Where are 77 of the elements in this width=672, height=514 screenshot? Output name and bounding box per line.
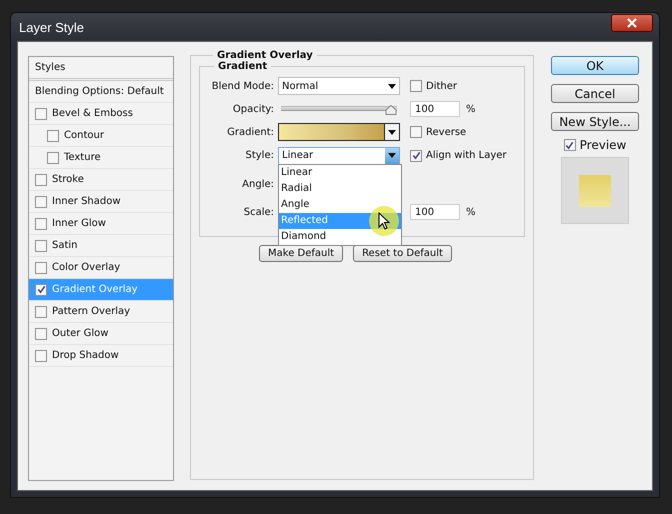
item-label: Texture: [64, 152, 101, 163]
dialog-button[interactable]: Reset to Default: [353, 245, 452, 262]
field-label: Blend Mode:: [210, 80, 274, 92]
dropdown-option[interactable]: Linear: [279, 164, 401, 180]
dialog-button[interactable]: New Style...: [551, 112, 639, 131]
checkbox-label: Align with Layer: [426, 150, 507, 161]
checkbox[interactable]: [35, 328, 47, 340]
slider-thumb[interactable]: [385, 105, 397, 115]
style-list-item[interactable]: Blending Options: Default: [29, 81, 173, 103]
panel-header: Styles: [29, 57, 173, 81]
cursor-icon: [378, 212, 390, 230]
window-title: Layer Style: [19, 20, 84, 34]
blend-mode-dropdown[interactable]: Normal: [278, 77, 400, 95]
gradient-picker[interactable]: [278, 123, 400, 141]
item-label: Satin: [52, 240, 78, 251]
checkbox[interactable]: [410, 150, 422, 162]
style-list-item[interactable]: Texture: [29, 147, 173, 169]
style-list-item[interactable]: Stroke: [29, 169, 173, 191]
dialog-button[interactable]: Cancel: [551, 84, 639, 103]
caret-icon: [385, 148, 399, 164]
checkbox[interactable]: [35, 284, 47, 296]
item-label: Inner Shadow: [52, 196, 121, 207]
item-label: Color Overlay: [52, 262, 120, 273]
gradient-swatch[interactable]: [279, 124, 384, 140]
item-label: Inner Glow: [52, 218, 106, 229]
dialog-button[interactable]: OK: [551, 56, 639, 75]
checkbox[interactable]: [35, 262, 47, 274]
number-field[interactable]: 100: [410, 101, 460, 117]
number-field[interactable]: 100: [410, 204, 460, 220]
item-label: Outer Glow: [52, 328, 108, 339]
item-label: Gradient Overlay: [52, 284, 138, 295]
checkbox[interactable]: [35, 196, 47, 208]
style-list-item[interactable]: Pattern Overlay: [29, 301, 173, 323]
field-label: Angle:: [241, 178, 274, 190]
close-icon: [626, 17, 638, 29]
item-label: Stroke: [52, 174, 84, 185]
close-button[interactable]: [611, 14, 653, 32]
field-label: Gradient:: [226, 126, 274, 138]
checkbox[interactable]: [564, 139, 576, 151]
checkbox-label: Preview: [580, 138, 626, 152]
field-label: Scale:: [242, 206, 274, 218]
item-label: Contour: [64, 130, 104, 141]
style-list-item[interactable]: Inner Glow: [29, 213, 173, 235]
style-list-item[interactable]: Inner Shadow: [29, 191, 173, 213]
checkbox[interactable]: [35, 174, 47, 186]
checkbox[interactable]: [35, 218, 47, 230]
checkbox[interactable]: [35, 350, 47, 362]
group-title: Gradient: [217, 61, 268, 72]
item-label: Bevel & Emboss: [52, 108, 133, 119]
style-list-item[interactable]: Contour: [29, 125, 173, 147]
checkbox[interactable]: [35, 306, 47, 318]
checkbox-label: Dither: [426, 80, 458, 92]
dialog-button[interactable]: Make Default: [259, 245, 344, 262]
item-label: Drop Shadow: [52, 350, 119, 361]
unit-label: %: [466, 206, 476, 218]
style-list-item[interactable]: Outer Glow: [29, 323, 173, 345]
style-list-item[interactable]: Bevel & Emboss: [29, 103, 173, 125]
style-list-item[interactable]: Drop Shadow: [29, 345, 173, 367]
checkbox[interactable]: [410, 80, 422, 92]
unit-label: %: [466, 104, 476, 114]
checkbox[interactable]: [35, 240, 47, 252]
preview-swatch: [579, 174, 611, 206]
checkbox[interactable]: [47, 152, 59, 164]
checkbox-label: Reverse: [426, 126, 466, 138]
dropdown-option[interactable]: Diamond: [279, 228, 401, 244]
caret-icon: [384, 124, 399, 140]
dropdown-option[interactable]: Radial: [279, 180, 401, 196]
section-title: Gradient Overlay: [216, 50, 314, 61]
dropdown-option[interactable]: Angle: [279, 196, 401, 212]
style-list-item[interactable]: Satin: [29, 235, 173, 257]
checkbox[interactable]: [410, 126, 422, 138]
field-label: Style:: [244, 150, 274, 161]
item-label: Pattern Overlay: [52, 306, 130, 317]
checkbox[interactable]: [35, 108, 47, 120]
field-label: Opacity:: [232, 104, 274, 114]
checkbox[interactable]: [47, 130, 59, 142]
item-label: Blending Options: Default: [35, 86, 164, 97]
